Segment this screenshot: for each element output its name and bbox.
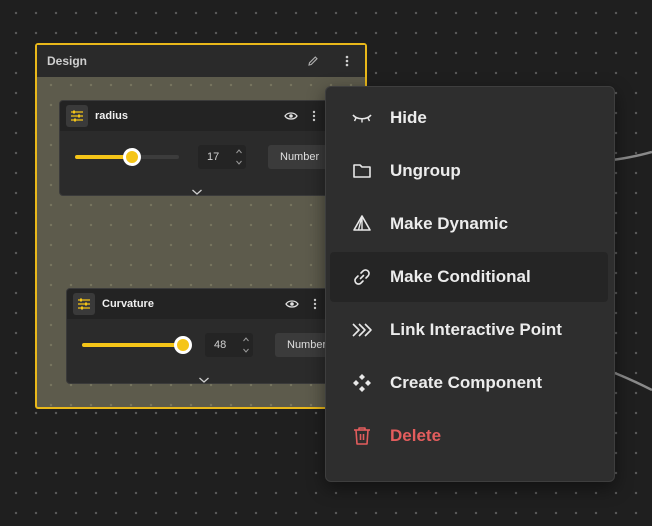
card-body: 48 Number bbox=[67, 319, 329, 359]
value-slider[interactable] bbox=[75, 148, 179, 166]
more-vertical-icon[interactable] bbox=[313, 298, 317, 310]
value-text: 48 bbox=[214, 339, 227, 351]
eye-closed-icon bbox=[350, 106, 374, 130]
type-label: Number bbox=[280, 151, 320, 163]
sliders-icon bbox=[73, 293, 95, 315]
parameter-label: Curvature bbox=[102, 298, 154, 310]
menu-item-ungroup[interactable]: Ungroup bbox=[330, 146, 608, 196]
group-title: Design bbox=[47, 54, 88, 68]
more-vertical-icon[interactable] bbox=[312, 110, 316, 122]
double-chevron-icon bbox=[350, 318, 374, 342]
menu-item-label: Delete bbox=[390, 426, 442, 445]
value-input[interactable]: 48 bbox=[205, 333, 253, 357]
menu-item-label: Make Dynamic bbox=[390, 214, 509, 233]
menu-item-make-dynamic[interactable]: Make Dynamic bbox=[330, 199, 608, 249]
component-icon bbox=[350, 371, 374, 395]
trash-icon bbox=[350, 424, 374, 448]
card-header: Curvature bbox=[67, 289, 329, 319]
card-header: radius bbox=[60, 101, 328, 131]
menu-item-make-conditional[interactable]: Make Conditional bbox=[330, 252, 608, 302]
more-vertical-icon[interactable] bbox=[339, 53, 355, 69]
stepper[interactable] bbox=[242, 334, 250, 356]
card-body: 17 Number bbox=[60, 131, 328, 171]
pyramid-icon bbox=[350, 212, 374, 236]
group-header[interactable]: Design bbox=[37, 45, 365, 77]
menu-item-label: Hide bbox=[390, 108, 427, 127]
menu-item-label: Create Component bbox=[390, 373, 543, 392]
parameter-label: radius bbox=[95, 110, 129, 122]
menu-item-create-component[interactable]: Create Component bbox=[330, 358, 608, 408]
menu-item-label: Link Interactive Point bbox=[390, 320, 562, 339]
slider-fill bbox=[82, 343, 183, 347]
expand-chevron-icon[interactable] bbox=[198, 371, 210, 383]
menu-item-hide[interactable]: Hide bbox=[330, 93, 608, 143]
pencil-icon[interactable] bbox=[305, 53, 321, 69]
link-icon bbox=[350, 265, 374, 289]
menu-item-link-interactive-point[interactable]: Link Interactive Point bbox=[330, 305, 608, 355]
folder-icon bbox=[350, 159, 374, 183]
stepper[interactable] bbox=[235, 146, 243, 168]
value-input[interactable]: 17 bbox=[198, 145, 246, 169]
slider-thumb[interactable] bbox=[123, 148, 141, 166]
expand-chevron-icon[interactable] bbox=[191, 183, 203, 195]
type-select[interactable]: Number bbox=[275, 333, 329, 357]
type-select[interactable]: Number bbox=[268, 145, 328, 169]
parameter-card-radius[interactable]: radius 17 Number bbox=[59, 100, 329, 196]
slider-thumb[interactable] bbox=[174, 336, 192, 354]
menu-item-label: Make Conditional bbox=[390, 267, 531, 286]
sliders-icon bbox=[66, 105, 88, 127]
eye-icon[interactable] bbox=[285, 299, 299, 309]
parameter-card-curvature[interactable]: Curvature 48 Number bbox=[66, 288, 330, 384]
context-menu: Hide Ungroup Make Dynamic Make Condition… bbox=[325, 86, 615, 482]
menu-item-delete[interactable]: Delete bbox=[330, 411, 608, 461]
value-slider[interactable] bbox=[82, 336, 192, 354]
value-text: 17 bbox=[207, 151, 220, 163]
eye-icon[interactable] bbox=[284, 111, 298, 121]
type-label: Number bbox=[287, 339, 327, 351]
menu-item-label: Ungroup bbox=[390, 161, 461, 180]
